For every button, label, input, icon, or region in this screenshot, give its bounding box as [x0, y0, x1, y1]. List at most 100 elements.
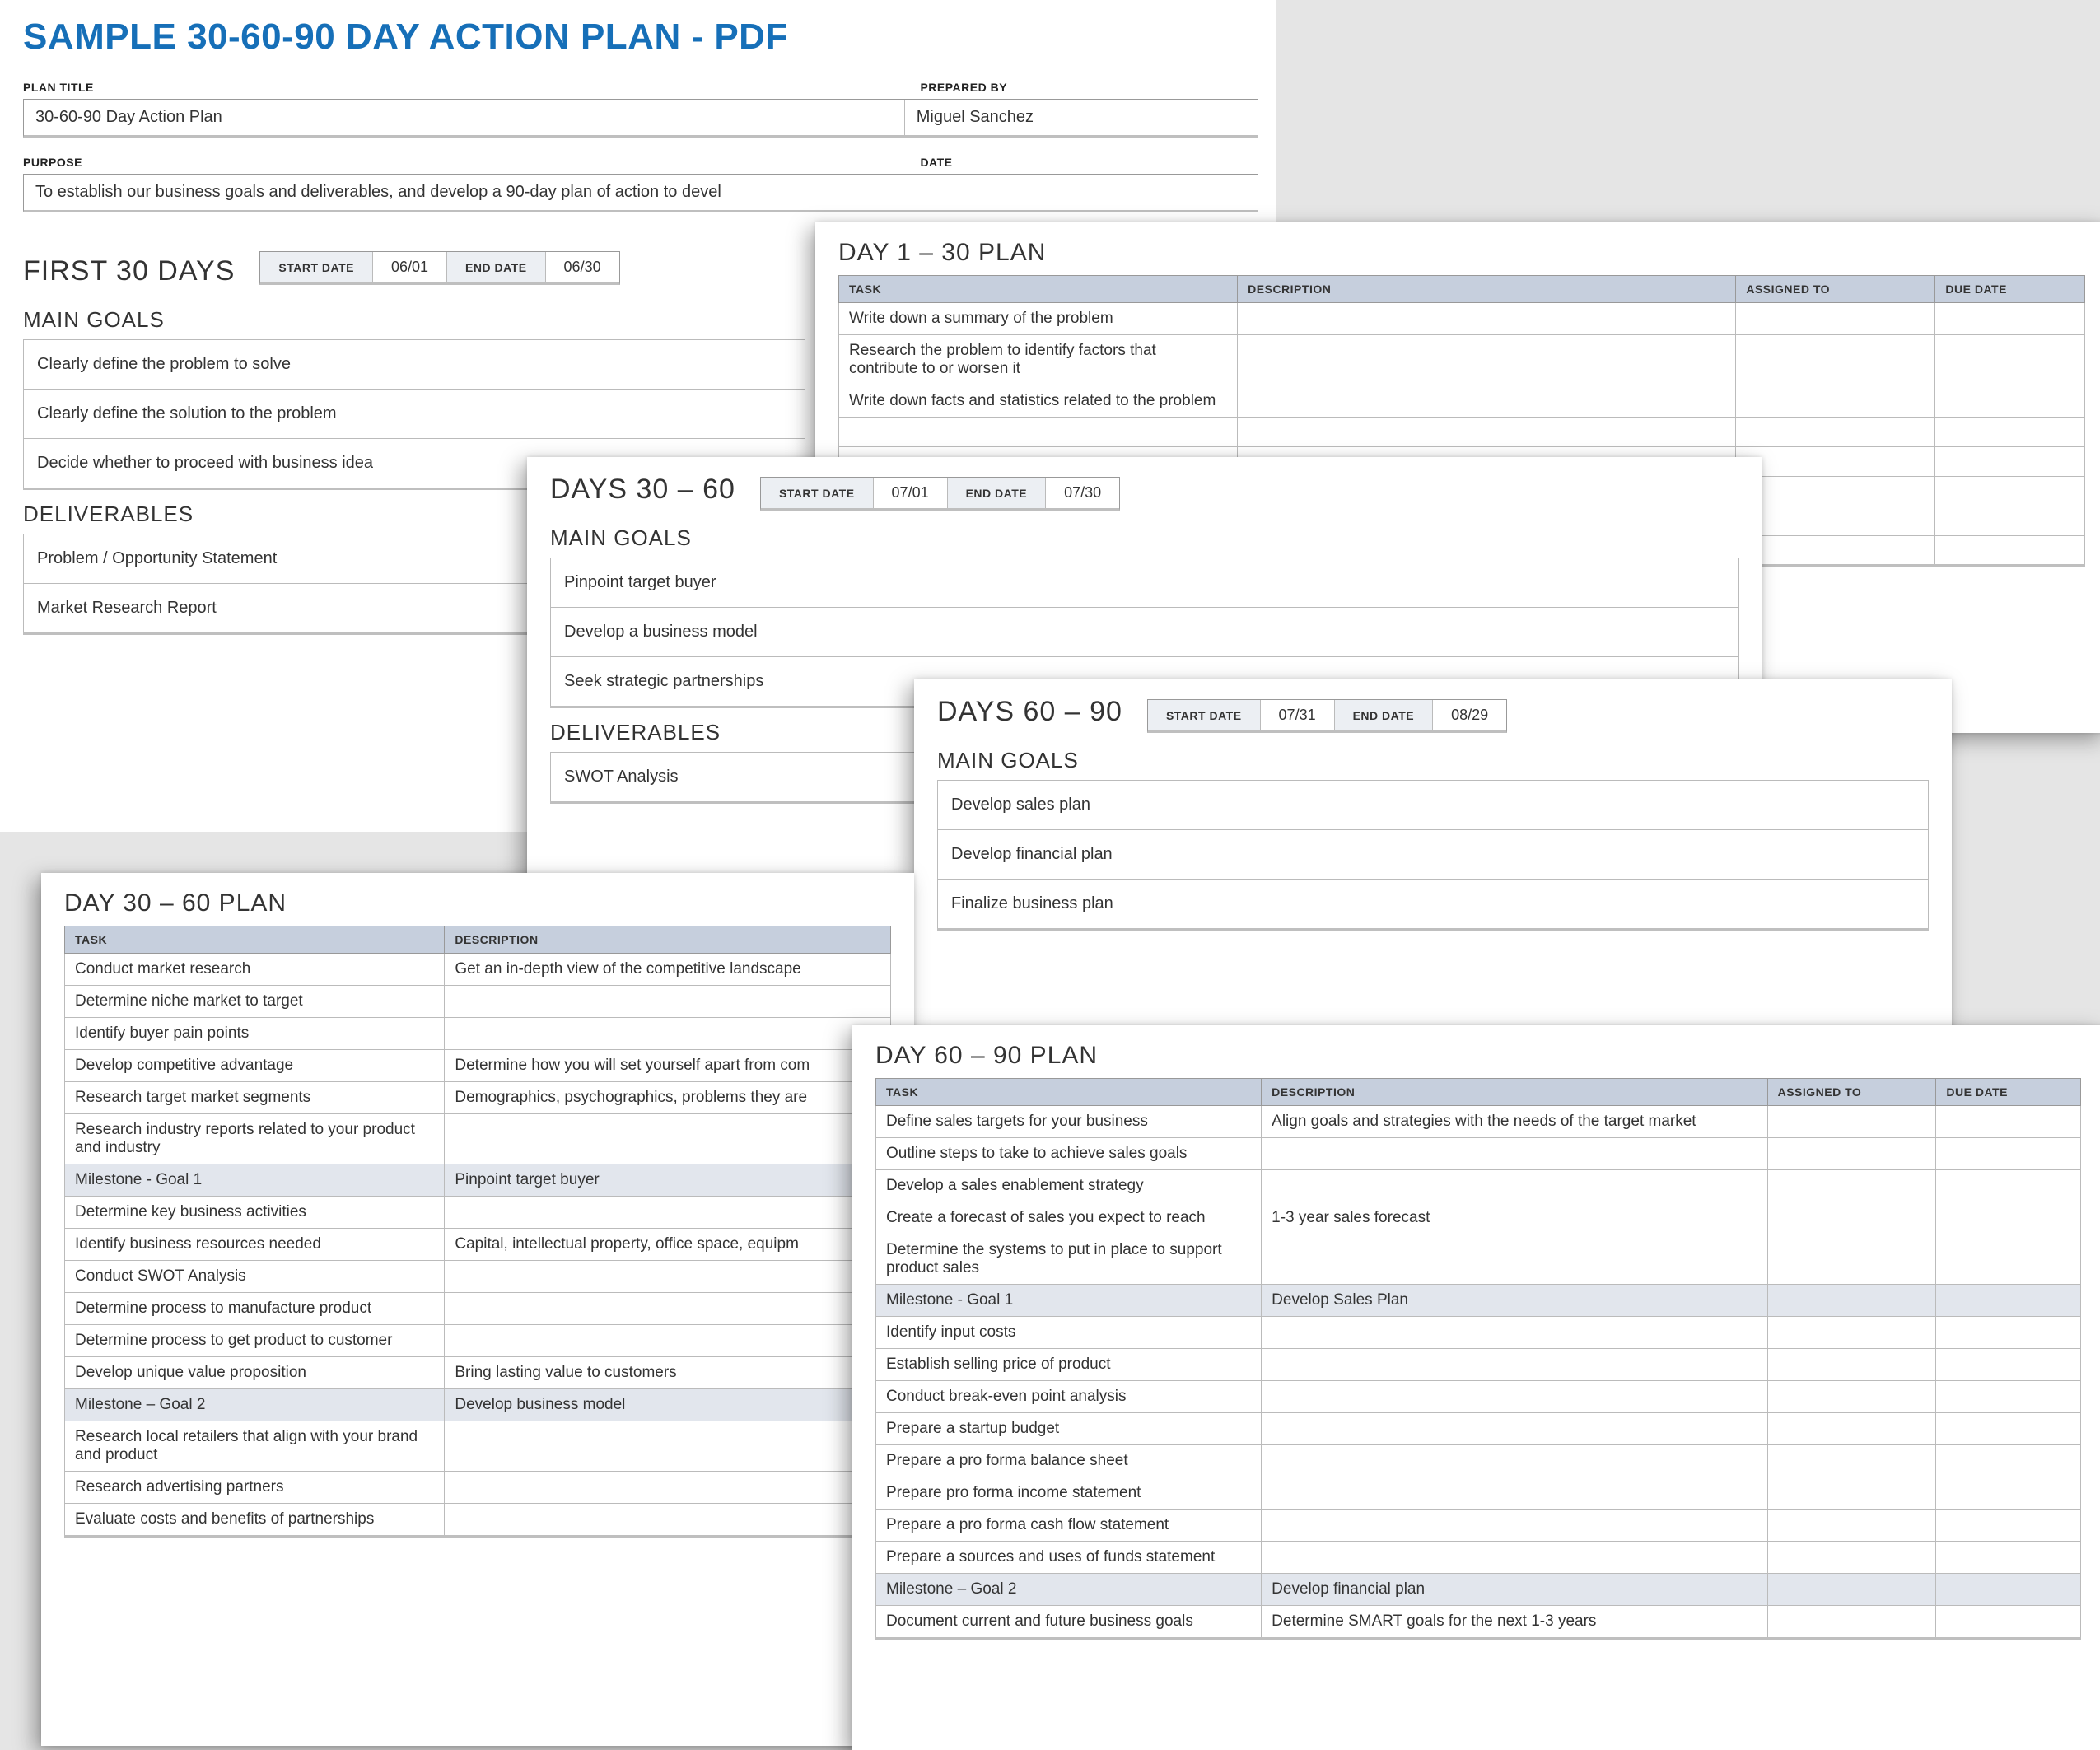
task-cell: Evaluate costs and benefits of partnersh… — [65, 1504, 445, 1537]
task-cell: Prepare a pro forma cash flow statement — [876, 1510, 1262, 1542]
plan-30-60-table: TASK DESCRIPTION Conduct market research… — [64, 926, 891, 1538]
table-row: Develop unique value propositionBring la… — [65, 1357, 891, 1389]
desc-cell: Develop Sales Plan — [1262, 1285, 1767, 1317]
goal-cell: Pinpoint target buyer — [551, 558, 1739, 608]
desc-cell — [1262, 1413, 1767, 1445]
task-cell: Identify buyer pain points — [65, 1018, 445, 1050]
task-cell: Milestone – Goal 2 — [65, 1389, 445, 1421]
desc-cell — [445, 1197, 891, 1229]
assigned-cell — [1767, 1574, 1936, 1606]
plan-1-30-title: DAY 1 – 30 PLAN — [838, 239, 2085, 267]
assigned-cell — [1767, 1477, 1936, 1510]
table-row: Prepare pro forma income statement — [876, 1477, 2081, 1510]
table-row: Identify buyer pain points — [65, 1018, 891, 1050]
col-desc: DESCRIPTION — [1262, 1079, 1767, 1106]
purpose-label: PURPOSE — [23, 156, 902, 169]
desc-cell: Align goals and strategies with the need… — [1262, 1106, 1767, 1138]
desc-cell: Get an in-depth view of the competitive … — [445, 954, 891, 986]
card-plan-60-90: DAY 60 – 90 PLAN TASK DESCRIPTION ASSIGN… — [852, 1025, 2100, 1750]
task-cell: Define sales targets for your business — [876, 1106, 1262, 1138]
task-cell: Develop a sales enablement strategy — [876, 1170, 1262, 1202]
assigned-cell — [1767, 1285, 1936, 1317]
plan-title-value: 30-60-90 Day Action Plan — [24, 100, 905, 135]
task-cell: Prepare a sources and uses of funds stat… — [876, 1542, 1262, 1574]
desc-cell — [1262, 1445, 1767, 1477]
main-goals-label: MAIN GOALS — [937, 748, 1929, 773]
due-cell — [1936, 1381, 2081, 1413]
assigned-cell — [1767, 1317, 1936, 1349]
task-cell: Create a forecast of sales you expect to… — [876, 1202, 1262, 1234]
desc-cell — [445, 986, 891, 1018]
table-row: Define sales targets for your businessAl… — [876, 1106, 2081, 1138]
table-row: Prepare a startup budget — [876, 1413, 2081, 1445]
due-cell — [1936, 1413, 2081, 1445]
due-cell — [1936, 1170, 2081, 1202]
start-date-label: START DATE — [761, 478, 874, 508]
desc-cell — [445, 1325, 891, 1357]
desc-cell: Pinpoint target buyer — [445, 1164, 891, 1197]
days-60-90-title: DAYS 60 – 90 — [937, 696, 1122, 728]
desc-cell — [445, 1018, 891, 1050]
end-date-label: END DATE — [1335, 700, 1434, 730]
plan-title-label: PLAN TITLE — [23, 81, 902, 94]
plan-title-prepared-row: 30-60-90 Day Action Plan Miguel Sanchez — [23, 99, 1258, 138]
goal-cell: Clearly define the problem to solve — [24, 340, 805, 390]
task-cell: Prepare a pro forma balance sheet — [876, 1445, 1262, 1477]
desc-cell — [445, 1421, 891, 1472]
assigned-cell — [1767, 1202, 1936, 1234]
table-row: Research target market segmentsDemograph… — [65, 1082, 891, 1114]
desc-cell: Determine SMART goals for the next 1-3 y… — [1262, 1606, 1767, 1639]
due-cell — [1936, 1317, 2081, 1349]
desc-cell — [445, 1114, 891, 1164]
desc-cell — [1262, 1510, 1767, 1542]
days-30-60-start: 07/01 — [874, 478, 948, 508]
desc-cell — [1262, 1477, 1767, 1510]
table-row: Evaluate costs and benefits of partnersh… — [65, 1504, 891, 1537]
table-row: Milestone - Goal 1Develop Sales Plan — [876, 1285, 2081, 1317]
col-assigned: ASSIGNED TO — [1767, 1079, 1936, 1106]
due-cell — [1936, 1285, 2081, 1317]
assigned-cell — [1767, 1445, 1936, 1477]
due-cell — [1935, 536, 2085, 566]
col-task: TASK — [876, 1079, 1262, 1106]
table-row: Determine key business activities — [65, 1197, 891, 1229]
days-30-60-end: 07/30 — [1046, 478, 1119, 508]
plan-60-90-title: DAY 60 – 90 PLAN — [875, 1042, 2081, 1070]
task-cell: Research local retailers that align with… — [65, 1421, 445, 1472]
table-row: Conduct SWOT Analysis — [65, 1261, 891, 1293]
col-desc: DESCRIPTION — [1238, 276, 1736, 303]
task-cell: Prepare a startup budget — [876, 1413, 1262, 1445]
purpose-value: To establish our business goals and deli… — [23, 174, 1258, 212]
due-cell — [1936, 1349, 2081, 1381]
table-row: Determine process to get product to cust… — [65, 1325, 891, 1357]
table-row: Milestone – Goal 2Develop financial plan — [876, 1574, 2081, 1606]
table-row: Determine process to manufacture product — [65, 1293, 891, 1325]
task-cell: Determine the systems to put in place to… — [876, 1234, 1262, 1285]
due-cell — [1936, 1574, 2081, 1606]
task-cell: Determine process to manufacture product — [65, 1293, 445, 1325]
table-row: Identify business resources neededCapita… — [65, 1229, 891, 1261]
col-desc: DESCRIPTION — [445, 926, 891, 954]
table-row: Conduct break-even point analysis — [876, 1381, 2081, 1413]
task-cell: Determine process to get product to cust… — [65, 1325, 445, 1357]
table-row: Prepare a pro forma balance sheet — [876, 1445, 2081, 1477]
first-30-end: 06/30 — [546, 252, 619, 282]
document-title: SAMPLE 30-60-90 DAY ACTION PLAN - PDF — [23, 16, 1253, 58]
desc-cell: Develop financial plan — [1262, 1574, 1767, 1606]
desc-cell — [1262, 1317, 1767, 1349]
table-row: Research local retailers that align with… — [65, 1421, 891, 1472]
desc-cell — [1238, 335, 1736, 385]
card-plan-30-60: DAY 30 – 60 PLAN TASK DESCRIPTION Conduc… — [41, 873, 914, 1746]
task-cell: Identify input costs — [876, 1317, 1262, 1349]
end-date-label: END DATE — [948, 478, 1047, 508]
desc-cell — [1262, 1349, 1767, 1381]
due-cell — [1936, 1606, 2081, 1639]
due-cell — [1935, 477, 2085, 506]
assigned-cell — [1767, 1170, 1936, 1202]
due-cell — [1936, 1138, 2081, 1170]
desc-cell: Demographics, psychographics, problems t… — [445, 1082, 891, 1114]
task-cell: Develop unique value proposition — [65, 1357, 445, 1389]
desc-cell: Bring lasting value to customers — [445, 1357, 891, 1389]
table-row: Document current and future business goa… — [876, 1606, 2081, 1639]
task-cell: Research the problem to identify factors… — [839, 335, 1238, 385]
